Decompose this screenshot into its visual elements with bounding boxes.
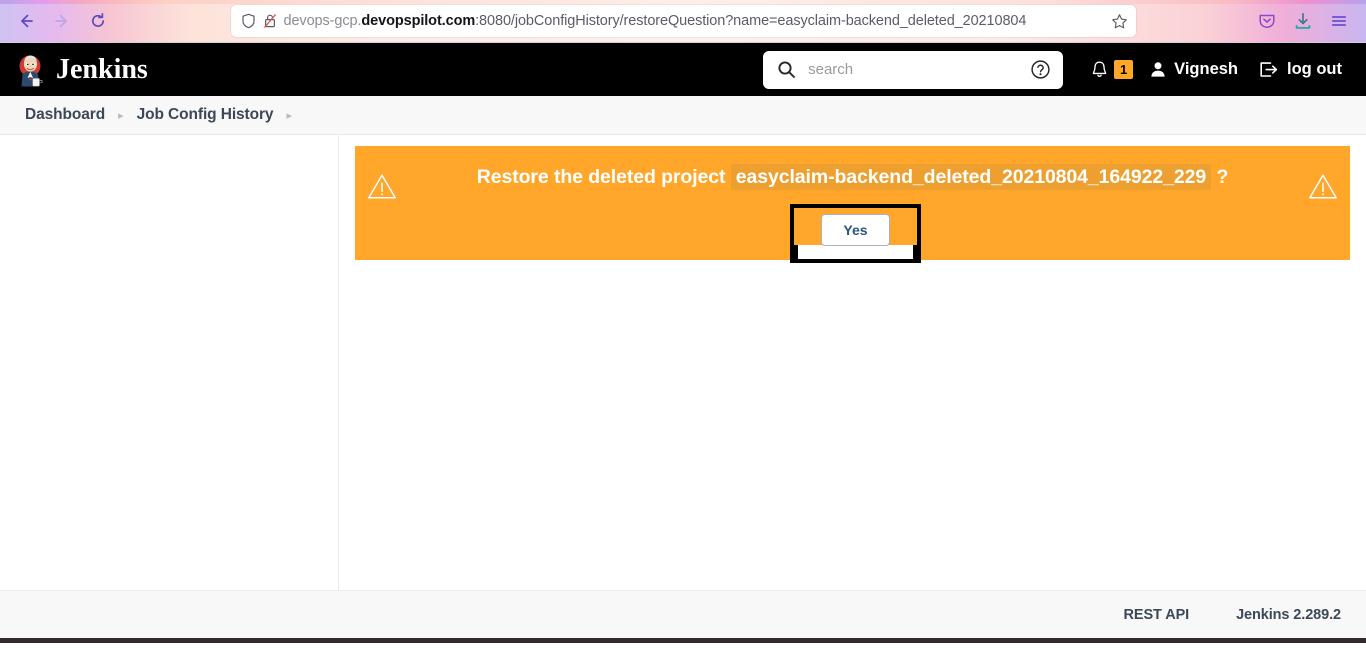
logout-arrow-icon xyxy=(1258,60,1280,79)
person-icon xyxy=(1149,60,1167,79)
pocket-icon xyxy=(1259,14,1275,28)
pocket-button[interactable] xyxy=(1250,5,1284,37)
url-path: :8080/jobConfigHistory/restoreQuestion?n… xyxy=(475,13,1027,29)
hamburger-menu-icon xyxy=(1331,16,1347,26)
jenkins-title: Jenkins xyxy=(56,53,148,85)
warning-triangle-icon-right xyxy=(1309,174,1337,199)
main-content: Restore the deleted project easyclaim-ba… xyxy=(339,135,1366,590)
user-menu[interactable]: Vignesh xyxy=(1139,51,1248,89)
downloads-icon xyxy=(1295,12,1311,29)
url-text: devops-gcp.devopspilot.com:8080/jobConfi… xyxy=(284,13,1102,29)
page-body: Restore the deleted project easyclaim-ba… xyxy=(0,135,1366,590)
breadcrumb-separator-icon: ▸ xyxy=(118,109,124,122)
help-circle-icon[interactable] xyxy=(1030,59,1051,80)
alert-message: Restore the deleted project easyclaim-ba… xyxy=(476,164,1229,190)
forward-button[interactable] xyxy=(44,5,80,37)
alert-content: Restore the deleted project easyclaim-ba… xyxy=(355,146,1350,190)
app-menu-button[interactable] xyxy=(1322,5,1356,37)
breadcrumb: Dashboard ▸ Job Config History ▸ xyxy=(0,96,1366,135)
browser-nav-buttons xyxy=(0,5,116,37)
bell-icon xyxy=(1091,60,1108,79)
logout-label: log out xyxy=(1287,60,1342,78)
restore-confirmation-banner: Restore the deleted project easyclaim-ba… xyxy=(355,146,1350,263)
browser-toolbar-right xyxy=(1250,5,1366,37)
bookmark-star-icon[interactable] xyxy=(1109,13,1128,30)
search-input[interactable] xyxy=(808,61,1019,78)
logout-button[interactable]: log out xyxy=(1248,51,1352,89)
search-box[interactable] xyxy=(763,50,1064,89)
reload-button[interactable] xyxy=(80,5,116,37)
alert-message-suffix: ? xyxy=(1216,166,1229,188)
back-arrow-icon xyxy=(21,14,33,28)
back-button[interactable] xyxy=(8,5,44,37)
url-bar-container: devops-gcp.devopspilot.com:8080/jobConfi… xyxy=(116,5,1250,37)
breadcrumb-item-job-config-history[interactable]: Job Config History xyxy=(137,106,274,124)
url-prefix: devops-gcp. xyxy=(283,13,362,29)
search-icon xyxy=(777,60,796,79)
alert-message-prefix: Restore the deleted project xyxy=(476,166,726,188)
browser-toolbar: devops-gcp.devopspilot.com:8080/jobConfi… xyxy=(0,0,1366,43)
reload-icon xyxy=(91,13,105,27)
forward-arrow-icon xyxy=(55,14,67,28)
warning-triangle-icon xyxy=(368,174,396,199)
url-bar[interactable]: devops-gcp.devopspilot.com:8080/jobConfi… xyxy=(230,5,1136,37)
shield-icon[interactable] xyxy=(241,13,256,29)
url-host: devopspilot.com xyxy=(361,13,476,29)
jenkins-version-label[interactable]: Jenkins 2.289.2 xyxy=(1236,607,1341,623)
user-name: Vignesh xyxy=(1174,60,1239,78)
yes-button[interactable]: Yes xyxy=(821,213,890,246)
header-right-controls: 1 Vignesh log out xyxy=(763,50,1352,89)
breadcrumb-item-dashboard[interactable]: Dashboard xyxy=(25,106,105,124)
sidebar xyxy=(0,135,339,590)
jenkins-header: Jenkins search 1 Vignesh log out xyxy=(0,43,1366,96)
page-footer: REST API Jenkins 2.289.2 xyxy=(0,590,1366,638)
lock-broken-icon[interactable] xyxy=(263,13,277,29)
rest-api-link[interactable]: REST API xyxy=(1124,607,1190,623)
jenkins-home-link[interactable]: Jenkins xyxy=(16,53,148,87)
jenkins-butler-logo xyxy=(19,54,43,86)
notification-count-badge: 1 xyxy=(1114,60,1134,79)
footer-bottom-bar xyxy=(0,638,1366,643)
breadcrumb-separator-icon-2: ▸ xyxy=(286,109,292,122)
confirm-focus-outline: Yes xyxy=(790,204,921,263)
downloads-button[interactable] xyxy=(1286,5,1320,37)
notifications-button[interactable]: 1 xyxy=(1087,60,1139,79)
browser-theme-strip xyxy=(0,0,1366,4)
project-name: easyclaim-backend_deleted_20210804_16492… xyxy=(730,164,1212,190)
